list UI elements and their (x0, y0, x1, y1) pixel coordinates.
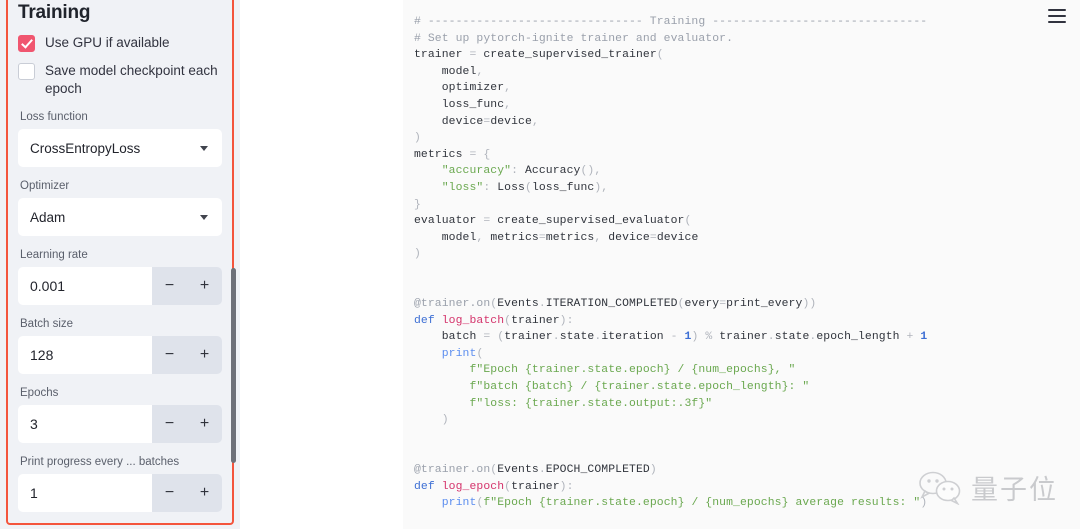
decrement-button[interactable]: − (160, 416, 180, 432)
code-line: model, metrics=metrics, device=device (441, 231, 699, 244)
checkbox-use-gpu[interactable]: Use GPU if available (18, 34, 222, 52)
increment-button[interactable]: + (195, 347, 215, 363)
hamburger-bar (1048, 21, 1066, 23)
code-line: # Set up pytorch-ignite trainer and eval… (414, 32, 734, 45)
increment-button[interactable]: + (195, 485, 215, 501)
code-line: trainer = create_supervised_trainer( (414, 49, 664, 62)
code-line: ) (441, 414, 449, 427)
code-line: metrics = { (414, 148, 491, 161)
stepper-buttons: − + (152, 405, 222, 443)
checkbox-unchecked-icon[interactable] (18, 63, 35, 80)
checkbox-use-gpu-label: Use GPU if available (45, 35, 170, 50)
stepper-batch-size[interactable]: 128 − + (18, 336, 222, 374)
chevron-down-icon[interactable] (200, 214, 208, 220)
code-line: # ------------------------------- Traini… (414, 16, 928, 28)
label-epochs: Epochs (20, 387, 59, 399)
label-print-progress: Print progress every ... batches (20, 456, 180, 468)
code-line: loss_func, (441, 98, 512, 111)
training-settings-sidebar: Training Use GPU if available Save model… (0, 0, 240, 529)
select-loss-function[interactable]: CrossEntropyLoss (18, 129, 222, 167)
checkbox-checked-icon[interactable] (18, 35, 35, 52)
stepper-print-progress[interactable]: 1 − + (18, 474, 222, 512)
label-batch-size: Batch size (20, 318, 74, 330)
input-epochs[interactable]: 3 (18, 405, 152, 443)
code-line: f"batch {batch} / {trainer.state.epoch_l… (469, 381, 810, 394)
decrement-button[interactable]: − (160, 485, 180, 501)
chevron-down-icon[interactable] (200, 145, 208, 151)
watermark: 量子位 (918, 468, 1058, 507)
page-title: Training (18, 2, 91, 23)
stepper-buttons: − + (152, 474, 222, 512)
code-line: @trainer.on(Events.ITERATION_COMPLETED(e… (414, 298, 817, 311)
sidebar-scrollbar-thumb[interactable] (231, 268, 236, 463)
code-line: "accuracy": Accuracy(), (441, 165, 602, 178)
stepper-buttons: − + (152, 267, 222, 305)
hamburger-bar (1048, 15, 1066, 17)
hamburger-bar (1048, 9, 1066, 11)
label-optimizer: Optimizer (20, 180, 70, 192)
code-line: def log_batch(trainer): (414, 314, 574, 327)
code-line: f"loss: {trainer.state.output:.3f}" (469, 397, 713, 410)
code-line: batch = (trainer.state.iteration - 1) % … (441, 331, 928, 344)
input-learning-rate[interactable]: 0.001 (18, 267, 152, 305)
watermark-text: 量子位 (971, 475, 1058, 506)
input-print-progress[interactable]: 1 (18, 474, 152, 512)
checkbox-save-checkpoint[interactable]: Save model checkpoint each epoch (18, 62, 222, 98)
code-line: device=device, (441, 115, 539, 128)
select-optimizer[interactable]: Adam (18, 198, 222, 236)
wechat-icon (919, 471, 961, 505)
label-learning-rate: Learning rate (20, 249, 88, 261)
python-code-block[interactable]: # ------------------------------- Traini… (403, 0, 1080, 529)
increment-button[interactable]: + (195, 278, 215, 294)
code-line: model, (441, 65, 484, 78)
sidebar-scrollbar[interactable] (228, 0, 238, 529)
code-line: optimizer, (441, 82, 512, 95)
code-line: ) (414, 248, 421, 261)
select-loss-function-value: CrossEntropyLoss (30, 140, 141, 156)
code-line: ) (414, 132, 421, 145)
label-loss-function: Loss function (20, 111, 88, 123)
code-line: } (414, 198, 421, 211)
input-batch-size[interactable]: 128 (18, 336, 152, 374)
app-root: Training Use GPU if available Save model… (0, 0, 1080, 529)
decrement-button[interactable]: − (160, 347, 180, 363)
decrement-button[interactable]: − (160, 278, 180, 294)
content-gutter (240, 0, 403, 529)
code-line: evaluator = create_supervised_evaluator( (414, 215, 692, 228)
stepper-buttons: − + (152, 336, 222, 374)
code-panel: # ------------------------------- Traini… (403, 0, 1080, 529)
select-optimizer-value: Adam (30, 209, 66, 225)
checkbox-save-checkpoint-label: Save model checkpoint each epoch (45, 63, 218, 96)
stepper-learning-rate[interactable]: 0.001 − + (18, 267, 222, 305)
code-line: f"Epoch {trainer.state.epoch} / {num_epo… (469, 364, 796, 377)
stepper-epochs[interactable]: 3 − + (18, 405, 222, 443)
code-line: print( (441, 347, 484, 360)
code-line: "loss": Loss(loss_func), (441, 181, 609, 194)
hamburger-menu-icon[interactable] (1048, 9, 1066, 23)
increment-button[interactable]: + (195, 416, 215, 432)
